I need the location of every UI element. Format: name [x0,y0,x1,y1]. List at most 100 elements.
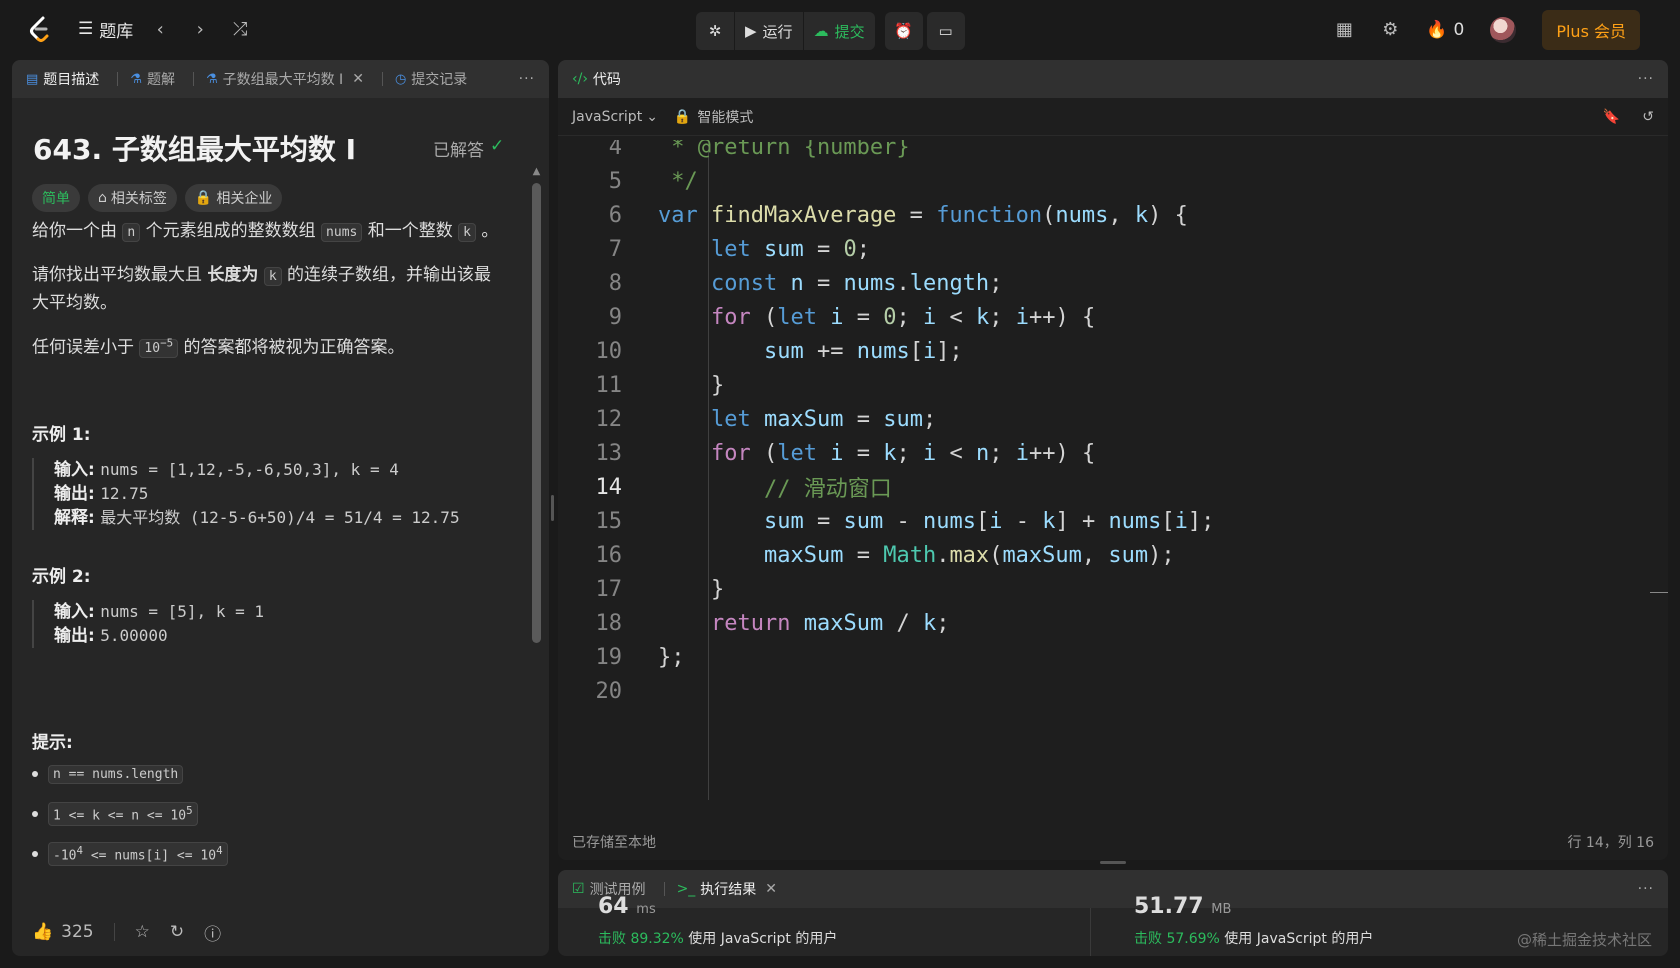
result-body: 64 ms 击败 89.32% 使用 JavaScript 的用户 51.77 … [558,894,1668,956]
more-icon[interactable]: ··· [519,71,535,87]
lock-icon: 🔒 [673,108,692,125]
editor-scroll-marker [1650,592,1668,593]
shuffle-icon[interactable]: ⤮ [227,19,253,40]
save-status: 已存储至本地 [572,835,656,851]
code-line: 18 return maxSum / k; [595,610,950,636]
example-1-block: 输入: nums = [1,12,-5,-6,50,3], k = 4 输出: … [32,458,460,530]
problem-list-button[interactable]: ☰ 题库 [78,17,133,42]
timer-button[interactable]: ⏰ [884,12,923,50]
editor-status-bar: 已存储至本地 行 14，列 16 [558,824,1668,860]
more-icon[interactable]: ··· [1638,881,1654,897]
layout-icon[interactable]: ▦ [1334,20,1354,40]
description-tabs: ▤ 题目描述 ⚗ 题解 ⚗ 子数组最大平均数 I ✕ ◷ 提交记录 ··· [12,60,549,98]
description-paragraph-3: 任何误差小于 10−5 的答案都将被视为正确答案。 [32,337,405,359]
submit-button[interactable]: ☁ 提交 [803,12,875,50]
checkbox-icon: ☑ [572,881,585,897]
tab-divider [192,72,194,86]
tab-result[interactable]: >_ 执行结果 ✕ [677,879,777,899]
tolerance-code: 10−5 [139,337,179,359]
vertical-resize-handle[interactable] [1100,861,1126,864]
tab-submissions[interactable]: ◷ 提交记录 [395,69,467,89]
like-button[interactable]: 👍 325 [32,922,94,942]
result-panel: ☑ 测试用例 >_ 执行结果 ✕ ··· 64 ms 击败 89.32% 使用 … [558,870,1668,956]
tab-divider [381,72,383,86]
gear-icon[interactable]: ⚙ [1380,20,1400,40]
tab-code[interactable]: ‹/› 代码 [572,69,621,89]
reset-icon[interactable]: ↺ [1642,109,1654,125]
code-line: 11 } [595,372,725,398]
note-icon: ▭ [938,22,953,40]
code-line: 16 maxSum = Math.max(maxSum, sum); [595,542,1175,568]
scroll-up-icon[interactable]: ▲ [532,166,541,177]
smart-mode-toggle[interactable]: 🔒 智能模式 [674,107,753,127]
example-1-heading: 示例 1: [32,425,91,445]
panel-resize-handle[interactable] [551,495,554,521]
page-title: 643. 子数组最大平均数 I [33,133,356,166]
help-icon[interactable]: ⓘ [204,920,221,945]
code-line: 20 [595,678,623,704]
next-problem-icon[interactable]: › [187,19,213,40]
flask-icon: ⚗ [205,71,218,87]
document-icon: ▤ [26,71,39,87]
leetcode-logo[interactable] [26,14,52,44]
code-line-current: 14 // 滑动窗口 [595,474,892,503]
description-paragraph-1: 给你一个由 n 个元素组成的整数数组 nums 和一个整数 k 。 [32,221,499,242]
code-icon: ‹/› [572,71,588,87]
code-line: 19}; [595,644,685,670]
related-companies-button[interactable]: 🔒 相关企业 [184,184,283,212]
related-tags-button[interactable]: ⌂ 相关标签 [88,184,177,212]
tab-solution-article[interactable]: ⚗ 子数组最大平均数 I ✕ [206,69,364,89]
constraints-list: n == nums.length 1 <= k <= n <= 105 -104… [32,754,228,874]
code-line: 17 } [595,576,725,602]
editor-toolbar: JavaScript ⌄ 🔒 智能模式 🔖 ↺ [558,98,1668,136]
hints-heading: 提示: [32,733,73,753]
notes-button[interactable]: ▭ [926,12,965,50]
avatar[interactable] [1490,17,1517,43]
description-paragraph-2: 请你找出平均数最大且 长度为 k 的连续子数组，并输出该最大平均数。 [32,265,492,313]
check-circle-icon: ✓ [490,136,505,156]
history-icon: ◷ [394,71,407,87]
problem-tags: 简单 ⌂ 相关标签 🔒 相关企业 [32,184,283,212]
code-line: 5 */ [608,168,698,194]
lock-icon: 🔒 [194,190,213,206]
debug-button[interactable]: ✲ [696,12,734,50]
bookmark-icon[interactable]: 🔖 [1603,109,1620,125]
code-line: 15 sum = sum - nums[i - k] + nums[i]; [595,508,1215,534]
star-icon[interactable]: ☆ [135,922,150,942]
description-panel: ▤ 题目描述 ⚗ 题解 ⚗ 子数组最大平均数 I ✕ ◷ 提交记录 ··· 64… [12,60,549,956]
example-2-block: 输入: nums = [5], k = 1 输出: 5.00000 [32,600,264,648]
code-editor[interactable]: 4 * @return {number} 5 */ 6 var findMaxAv… [558,140,1658,800]
prev-problem-icon[interactable]: ‹ [147,19,173,40]
language-select[interactable]: JavaScript ⌄ [572,109,658,125]
description-scrollbar[interactable]: ▲ [532,166,541,666]
solved-status: 已解答 ✓ [433,136,505,161]
list-item: -104 <= nums[i] <= 104 [32,834,228,874]
tab-description[interactable]: ▤ 题目描述 [26,69,99,89]
more-icon[interactable]: ··· [1638,71,1654,87]
watermark: @稀土掘金技术社区 [1516,931,1652,949]
share-icon[interactable]: ↻ [170,922,184,942]
alarm-icon: ⏰ [894,22,913,40]
run-button[interactable]: ▶ 运行 [735,12,803,50]
tab-solutions[interactable]: ⚗ 题解 [130,69,175,89]
code-line: 12 let maxSum = sum; [595,406,937,432]
plus-member-button[interactable]: Plus 会员 [1542,10,1640,50]
code-line: 6 var findMaxAverage = function(nums, k) … [608,202,1188,228]
list-item: 1 <= k <= n <= 105 [32,794,228,834]
cursor-position: 行 14，列 16 [1567,835,1654,851]
close-icon[interactable]: ✕ [352,71,364,87]
code-line: 10 sum += nums[i]; [595,338,963,364]
close-icon[interactable]: ✕ [765,881,777,897]
code-line: 4 * @return {number} [608,140,910,160]
tab-divider [117,72,119,86]
list-item: n == nums.length [32,754,228,794]
code-line: 7 let sum = 0; [608,236,870,262]
fire-icon: 🔥 [1426,20,1448,40]
code-line: 13 for (let i = k; i < n; i++) { [595,440,1096,466]
scrollbar-thumb[interactable] [532,183,541,643]
chevron-down-icon: ⌄ [646,108,658,125]
tag-icon: ⌂ [98,190,107,206]
streak-counter[interactable]: 🔥 0 [1426,20,1464,40]
code-panel: ‹/› 代码 ··· JavaScript ⌄ 🔒 智能模式 🔖 ↺ 4 * @… [558,60,1668,860]
list-icon: ☰ [78,19,94,39]
